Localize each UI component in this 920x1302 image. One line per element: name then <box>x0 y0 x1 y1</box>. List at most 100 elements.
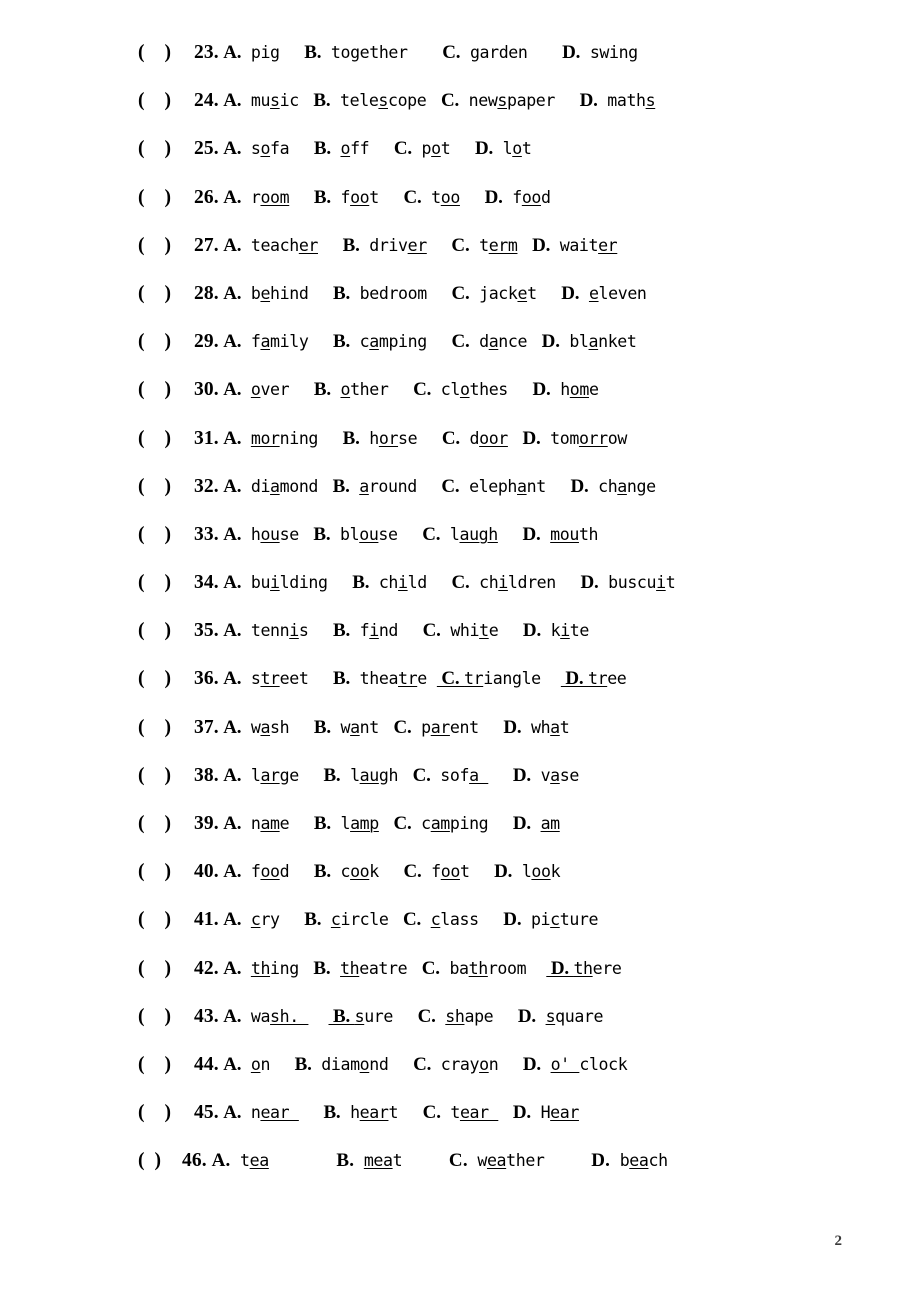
answer-bracket[interactable]: ( ) <box>138 813 194 835</box>
option-choice[interactable]: B. diamond <box>290 1054 389 1075</box>
option-choice[interactable]: D. food <box>480 187 551 208</box>
answer-bracket[interactable]: ( ) <box>138 958 194 980</box>
option-choice[interactable]: C. shape <box>413 1006 494 1027</box>
option-choice[interactable]: C. too <box>399 187 460 208</box>
option-choice[interactable]: D. swing <box>558 42 638 63</box>
option-choice[interactable]: B. child <box>348 572 427 593</box>
option-choice[interactable]: C. weather <box>444 1150 545 1171</box>
option-choice[interactable]: B. foot <box>309 187 379 208</box>
option-choice[interactable]: B. other <box>309 379 389 400</box>
answer-bracket[interactable]: ( ) <box>138 765 194 787</box>
option-choice[interactable]: A. behind <box>220 283 309 304</box>
answer-bracket[interactable]: ( ) <box>138 187 194 209</box>
option-choice[interactable]: A. teacher <box>220 235 318 256</box>
answer-bracket[interactable]: ( ) <box>138 524 194 546</box>
option-choice[interactable]: D. blanket <box>537 331 637 352</box>
option-choice[interactable]: C. crayon <box>409 1054 499 1075</box>
option-choice[interactable]: B. driver <box>338 235 428 256</box>
option-choice[interactable]: A. sofa <box>220 138 289 159</box>
option-choice[interactable]: B. heart <box>319 1102 398 1123</box>
answer-bracket[interactable]: ( ) <box>138 235 194 257</box>
answer-bracket[interactable]: ( ) <box>138 90 194 112</box>
option-choice[interactable]: C. sofa <box>408 765 488 786</box>
option-choice[interactable]: A. wash. <box>220 1006 309 1027</box>
option-choice[interactable]: C. newspaper <box>436 90 555 111</box>
option-choice[interactable]: D. mouth <box>518 524 599 545</box>
option-choice[interactable]: A. room <box>220 187 289 208</box>
option-choice[interactable]: D. there <box>546 958 622 979</box>
option-choice[interactable]: A. tennis <box>220 620 309 641</box>
option-choice[interactable]: B. circle <box>300 909 389 930</box>
option-choice[interactable]: D. maths <box>575 90 656 111</box>
option-choice[interactable]: C. garden <box>438 42 528 63</box>
option-choice[interactable]: D. square <box>513 1006 604 1027</box>
option-choice[interactable]: C. door <box>437 428 508 449</box>
option-choice[interactable]: B. find <box>328 620 398 641</box>
option-choice[interactable]: A. over <box>220 379 289 400</box>
option-choice[interactable]: C. elephant <box>437 476 546 497</box>
option-choice[interactable]: C. tear <box>418 1102 498 1123</box>
option-choice[interactable]: A. near <box>220 1102 299 1123</box>
option-choice[interactable]: B. camping <box>329 331 427 352</box>
option-choice[interactable]: D. home <box>528 379 599 400</box>
option-choice[interactable]: A. diamond <box>220 476 318 497</box>
option-choice[interactable]: D. tomorrow <box>518 428 628 449</box>
answer-bracket[interactable]: ( ) <box>138 1102 194 1124</box>
option-choice[interactable]: D. what <box>499 717 569 738</box>
option-choice[interactable]: C. triangle <box>437 668 541 689</box>
answer-bracket[interactable]: ( ) <box>138 42 194 64</box>
option-choice[interactable]: A. family <box>220 331 309 352</box>
option-choice[interactable]: C. children <box>447 572 556 593</box>
option-choice[interactable]: B. sure <box>329 1006 393 1027</box>
answer-bracket[interactable]: ( ) <box>138 331 194 353</box>
option-choice[interactable]: B. cook <box>309 861 379 882</box>
option-choice[interactable]: C. white <box>418 620 499 641</box>
option-choice[interactable]: C. term <box>447 235 517 256</box>
option-choice[interactable]: C. parent <box>389 717 479 738</box>
option-choice[interactable]: D. buscuit <box>576 572 675 593</box>
option-choice[interactable]: C. foot <box>399 861 469 882</box>
option-choice[interactable]: C. dance <box>447 331 527 352</box>
option-choice[interactable]: D. tree <box>561 668 626 689</box>
answer-bracket[interactable]: ( ) <box>138 379 194 401</box>
option-choice[interactable]: A. tea <box>208 1150 270 1171</box>
option-choice[interactable]: D. waiter <box>528 235 618 256</box>
answer-bracket[interactable]: ( ) <box>138 1006 194 1028</box>
answer-bracket[interactable]: ( ) <box>138 283 194 305</box>
option-choice[interactable]: B. blouse <box>309 524 398 545</box>
answer-bracket[interactable]: ( ) <box>138 909 194 931</box>
option-choice[interactable]: A. name <box>220 813 289 834</box>
option-choice[interactable]: C. bathroom <box>417 958 527 979</box>
option-choice[interactable]: A. wash <box>220 717 289 738</box>
option-choice[interactable]: B. theatre <box>329 668 427 689</box>
option-choice[interactable]: A. music <box>220 90 299 111</box>
answer-bracket[interactable]: ( ) <box>138 1054 194 1076</box>
option-choice[interactable]: A. street <box>220 668 309 689</box>
option-choice[interactable]: D. o' clock <box>518 1054 628 1075</box>
option-choice[interactable]: B. want <box>309 717 379 738</box>
option-choice[interactable]: B. horse <box>338 428 418 449</box>
option-choice[interactable]: B. meat <box>331 1150 402 1171</box>
option-choice[interactable]: D. look <box>490 861 560 882</box>
option-choice[interactable]: A. house <box>220 524 299 545</box>
option-choice[interactable]: B. theatre <box>309 958 407 979</box>
option-choice[interactable]: D. eleven <box>557 283 647 304</box>
option-choice[interactable]: D. Hear <box>508 1102 579 1123</box>
answer-bracket[interactable]: ( ) <box>138 861 194 883</box>
option-choice[interactable]: A. on <box>220 1054 270 1075</box>
answer-bracket[interactable]: ( ) <box>138 1150 182 1172</box>
option-choice[interactable]: A. morning <box>220 428 318 449</box>
option-choice[interactable]: C. clothes <box>409 379 508 400</box>
option-choice[interactable]: D. am <box>508 813 560 834</box>
option-choice[interactable]: B. off <box>309 138 370 159</box>
option-choice[interactable]: D. kite <box>518 620 589 641</box>
option-choice[interactable]: B. lamp <box>309 813 379 834</box>
answer-bracket[interactable]: ( ) <box>138 620 194 642</box>
answer-bracket[interactable]: ( ) <box>138 138 194 160</box>
option-choice[interactable]: B. laugh <box>319 765 398 786</box>
option-choice[interactable]: D. change <box>566 476 656 497</box>
option-choice[interactable]: D. beach <box>586 1150 668 1171</box>
option-choice[interactable]: C. laugh <box>418 524 498 545</box>
option-choice[interactable]: D. lot <box>470 138 532 159</box>
option-choice[interactable]: A. large <box>220 765 299 786</box>
